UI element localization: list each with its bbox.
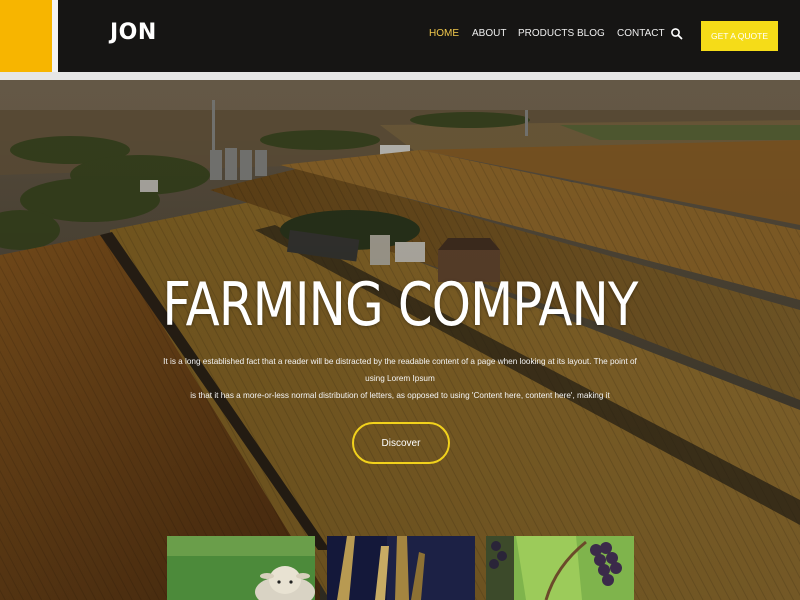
- nav-item-products[interactable]: PRODUCTS: [518, 28, 574, 39]
- hero-description-line-2: is that it has a more-or-less normal dis…: [190, 391, 610, 400]
- logo-divider: [52, 0, 58, 72]
- gallery-thumb-sheep[interactable]: [167, 536, 315, 600]
- hero-title: FARMING COMPANY: [162, 270, 638, 340]
- discover-button[interactable]: Discover: [352, 422, 450, 464]
- hero-description: It is a long established fact that a rea…: [160, 353, 640, 404]
- wheat-image: [327, 536, 475, 600]
- search-icon[interactable]: [670, 27, 684, 41]
- nav-item-home[interactable]: HOME: [429, 28, 459, 39]
- gallery-thumb-wheat[interactable]: [327, 536, 475, 600]
- hero-section: FARMING COMPANY It is a long established…: [0, 80, 800, 600]
- grapes-image: [486, 536, 634, 600]
- nav-item-contact[interactable]: CONTACT: [617, 28, 665, 39]
- sheep-image: [167, 536, 315, 600]
- hero-description-line-1: It is a long established fact that a rea…: [163, 357, 637, 383]
- brand-logo[interactable]: JON: [110, 20, 157, 45]
- get-a-quote-button[interactable]: GET A QUOTE: [701, 21, 778, 51]
- site-header: JON HOME ABOUT PRODUCTS BLOG CONTACT GET…: [0, 0, 800, 74]
- header-divider: [0, 72, 800, 80]
- gallery-thumb-grapes[interactable]: [486, 536, 634, 600]
- logo-accent-block: [0, 0, 52, 72]
- nav-item-about[interactable]: ABOUT: [472, 28, 506, 39]
- nav-item-blog[interactable]: BLOG: [577, 28, 605, 39]
- farmland-hero-image: [0, 80, 800, 600]
